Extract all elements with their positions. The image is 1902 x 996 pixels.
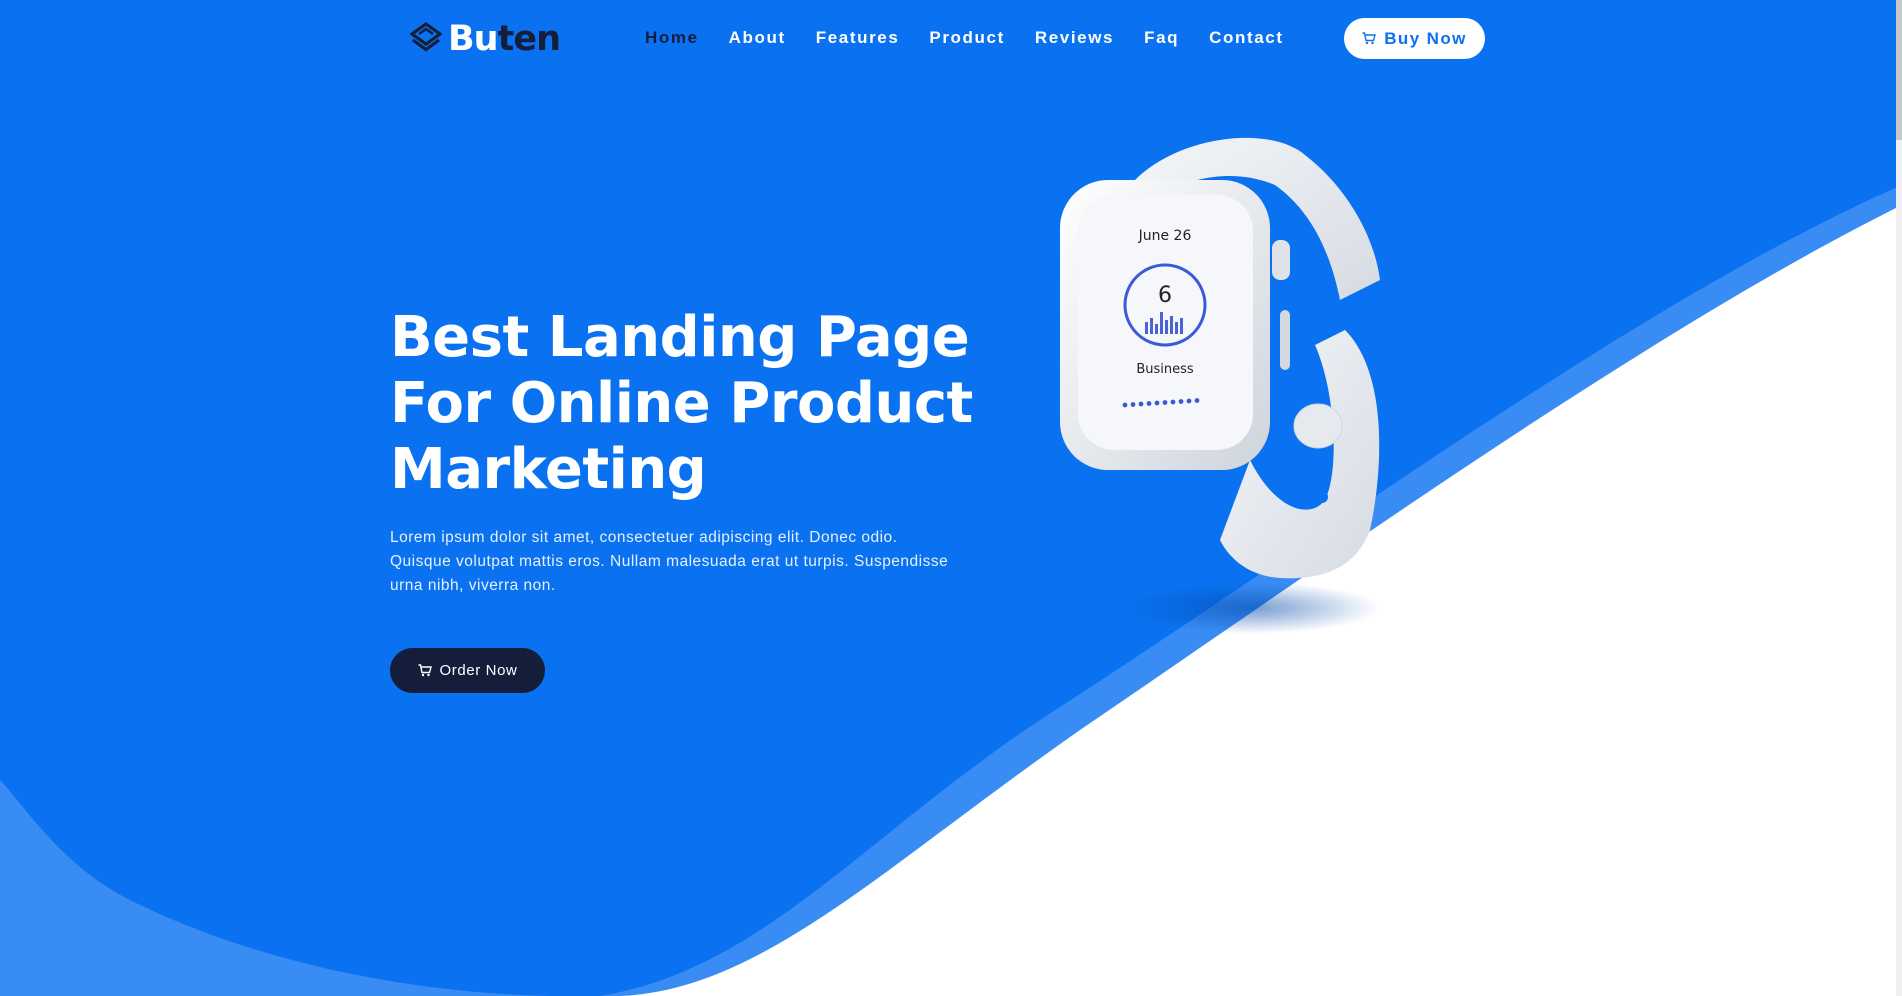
watch-shadow xyxy=(1120,582,1380,634)
watch-value: 6 xyxy=(1158,283,1172,308)
nav-about[interactable]: About xyxy=(729,28,786,48)
watch-date: June 26 xyxy=(1138,228,1192,244)
cart-icon xyxy=(418,664,432,677)
order-now-button[interactable]: Order Now xyxy=(390,648,545,693)
nav-features[interactable]: Features xyxy=(816,28,900,48)
brand-name: Buten xyxy=(448,18,561,59)
buy-now-button[interactable]: Buy Now xyxy=(1344,18,1485,59)
cart-icon xyxy=(1362,32,1377,45)
nav-home[interactable]: Home xyxy=(645,28,699,48)
watch-label: Business xyxy=(1136,362,1194,377)
hero-description: Lorem ipsum dolor sit amet, consectetuer… xyxy=(390,529,949,594)
nav-contact[interactable]: Contact xyxy=(1209,28,1283,48)
top-navbar: Buten Home About Features Product Review… xyxy=(0,0,1902,80)
buy-now-label: Buy Now xyxy=(1384,28,1467,48)
page-scrollbar[interactable] xyxy=(1896,0,1902,996)
hero-title: Best Landing Page For Online Product Mar… xyxy=(390,305,973,502)
nav-product[interactable]: Product xyxy=(929,28,1004,48)
smartwatch-image: June 26 6 Business xyxy=(1060,137,1380,634)
scrollbar-thumb[interactable] xyxy=(1896,0,1902,140)
brand-logo[interactable]: Buten xyxy=(410,18,561,60)
nav-reviews[interactable]: Reviews xyxy=(1035,28,1114,48)
order-now-label: Order Now xyxy=(439,662,518,679)
nav-faq[interactable]: Faq xyxy=(1144,28,1179,48)
layers-icon xyxy=(410,22,442,52)
main-menu: Home About Features Product Reviews Faq … xyxy=(645,28,1314,48)
